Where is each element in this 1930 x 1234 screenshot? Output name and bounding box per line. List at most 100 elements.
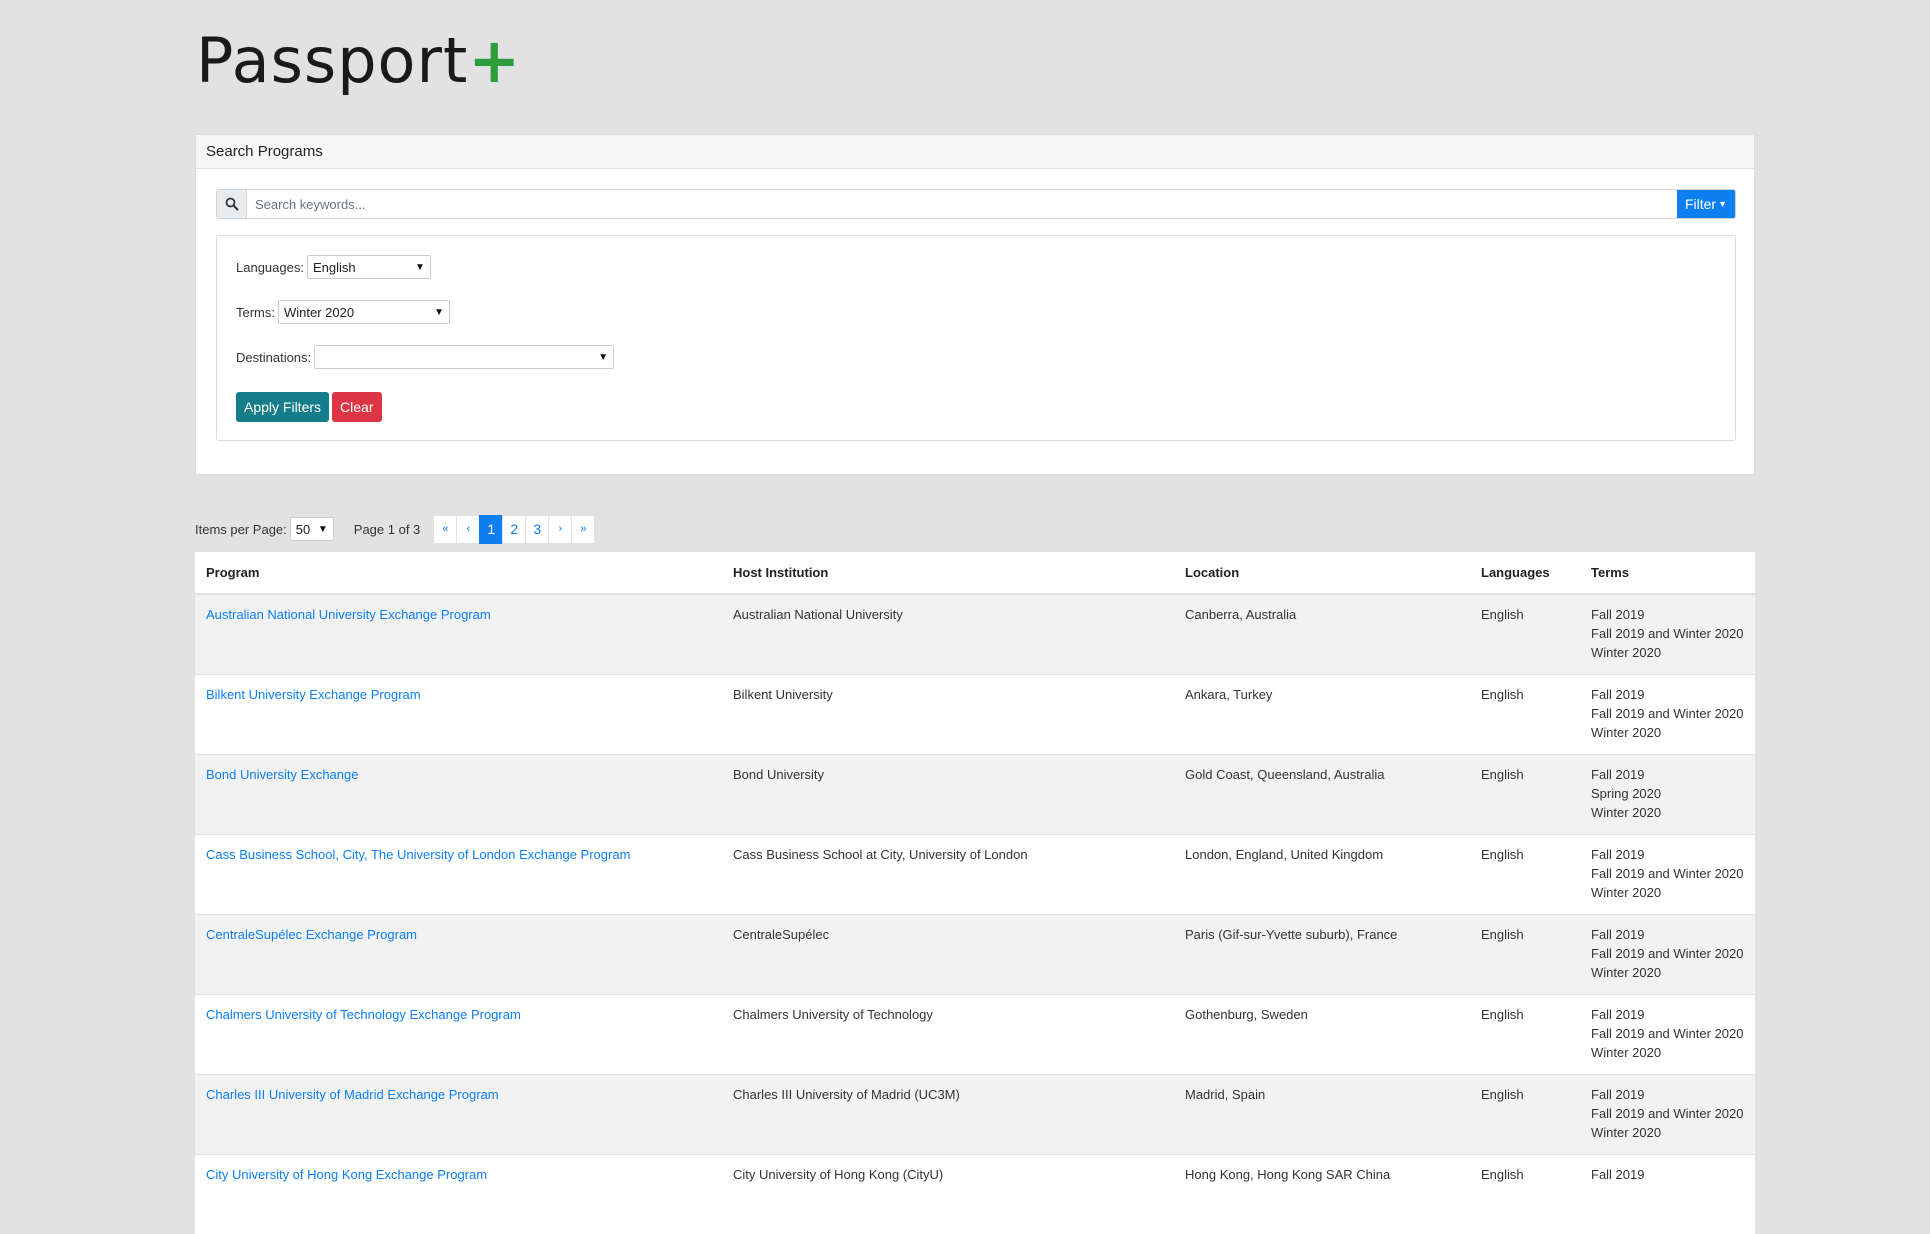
term-item: Winter 2020 <box>1591 645 1662 660</box>
search-programs-card: Search Programs Filter▼ Languages: Engli… <box>195 134 1755 475</box>
table-row: Chalmers University of Technology Exchan… <box>195 993 1755 1074</box>
languages-select[interactable]: English ▼ <box>306 255 431 279</box>
cell-terms: Fall 2019 Fall 2019 and Winter 2020 Winter… <box>1580 833 1755 914</box>
filter-actions: Apply Filters Clear <box>236 392 382 422</box>
program-link[interactable]: Bilkent University Exchange Program <box>206 687 421 702</box>
table-row: Bilkent University Exchange Program Bilke… <box>195 673 1755 754</box>
header-languages[interactable]: Languages <box>1470 552 1580 595</box>
cell-program: Cass Business School, City, The Universi… <box>195 833 722 914</box>
languages-filter: Languages: English ▼ <box>236 255 431 279</box>
search-input[interactable] <box>247 190 1677 218</box>
term-item: Fall 2019 and Winter 2020 <box>1591 705 1744 721</box>
filter-button[interactable]: Filter ▼ <box>1677 190 1735 218</box>
cell-host-institution: Australian National University <box>722 593 1174 674</box>
program-link[interactable]: CentraleSupélec Exchange Program <box>206 927 417 942</box>
cell-program: Charles III University of Madrid Exchang… <box>195 1073 722 1154</box>
cell-languages: English <box>1470 1153 1580 1234</box>
program-link[interactable]: Bond University Exchange <box>206 767 358 782</box>
program-link[interactable]: Charles III University of Madrid Exchang… <box>206 1087 499 1102</box>
cell-location: Hong Kong, Hong Kong SAR China <box>1174 1153 1470 1234</box>
program-link[interactable]: Chalmers University of Technology Exchan… <box>206 1007 521 1022</box>
search-icon <box>217 190 247 218</box>
last-page-button[interactable]: » <box>571 514 596 544</box>
term-item: Fall 2019 <box>1591 1086 1645 1102</box>
logo-plus: + <box>468 24 522 97</box>
page-button-3[interactable]: 3 <box>525 514 550 544</box>
program-link[interactable]: Cass Business School, City, The Universi… <box>206 847 630 862</box>
cell-languages: English <box>1470 913 1580 994</box>
table-row: Charles III University of Madrid Exchang… <box>195 1073 1755 1154</box>
next-page-button[interactable]: › <box>548 514 573 544</box>
cell-program: CentraleSupélec Exchange Program <box>195 913 722 994</box>
clear-button[interactable]: Clear <box>332 392 382 422</box>
first-page-button[interactable]: « <box>433 514 458 544</box>
cell-languages: English <box>1470 833 1580 914</box>
cell-program: Bilkent University Exchange Program <box>195 673 722 754</box>
destinations-filter: Destinations: ▼ <box>236 345 615 369</box>
program-link[interactable]: Australian National University Exchange … <box>206 607 491 622</box>
languages-value: English <box>312 259 356 275</box>
terms-filter: Terms: Winter 2020 ▼ <box>236 300 450 324</box>
cell-languages: English <box>1470 593 1580 674</box>
pagination-bar: Items per Page: 50 ▼ Page 1 of 3 « ‹ 1 2… <box>195 514 596 544</box>
cell-host-institution: Chalmers University of Technology <box>722 993 1174 1074</box>
items-per-page-select[interactable]: 50 ▼ <box>289 517 334 541</box>
cell-terms: Fall 2019 <box>1580 1153 1755 1234</box>
term-item: Fall 2019 and Winter 2020 <box>1591 1105 1744 1121</box>
table-row: Cass Business School, City, The Universi… <box>195 833 1755 914</box>
dropdown-arrow-icon: ▼ <box>415 261 425 273</box>
table-row: CentraleSupélec Exchange Program Centrale… <box>195 913 1755 994</box>
cell-terms: Fall 2019 Fall 2019 and Winter 2020 Winter… <box>1580 913 1755 994</box>
cell-host-institution: Bond University <box>722 753 1174 834</box>
page-button-1[interactable]: 1 <box>479 514 504 544</box>
terms-select[interactable]: Winter 2020 ▼ <box>278 300 450 324</box>
page-info: Page 1 of 3 <box>353 521 421 537</box>
prev-page-button[interactable]: ‹ <box>456 514 481 544</box>
cell-terms: Fall 2019 Fall 2019 and Winter 2020 Winter… <box>1580 1073 1755 1154</box>
term-item: Fall 2019 <box>1591 846 1645 862</box>
header-program[interactable]: Program <box>195 552 722 595</box>
cell-location: Gothenburg, Sweden <box>1174 993 1470 1074</box>
header-location[interactable]: Location <box>1174 552 1470 595</box>
passport-logo[interactable]: Passport+ <box>196 30 521 92</box>
destinations-select[interactable]: ▼ <box>314 345 615 369</box>
term-item: Fall 2019 and Winter 2020 <box>1591 626 1744 641</box>
header-terms[interactable]: Terms <box>1580 552 1755 595</box>
term-item: Winter 2020 <box>1591 1044 1662 1060</box>
cell-location: Canberra, Australia <box>1174 593 1470 674</box>
term-item: Winter 2020 <box>1591 884 1662 900</box>
programs-table: Program Host Institution Location Langua… <box>195 552 1755 1234</box>
cell-program: City University of Hong Kong Exchange Pr… <box>195 1153 722 1234</box>
terms-label: Terms: <box>236 304 275 320</box>
cell-host-institution: City University of Hong Kong (CityU) <box>722 1153 1174 1234</box>
cell-location: Paris (Gif-sur-Yvette suburb), France <box>1174 913 1470 994</box>
term-item: Winter 2020 <box>1591 804 1662 820</box>
cell-host-institution: Cass Business School at City, University… <box>722 833 1174 914</box>
term-item: Fall 2019 <box>1591 686 1645 702</box>
cell-terms: Fall 2019 Spring 2020 Winter 2020 <box>1580 753 1755 834</box>
apply-filters-button[interactable]: Apply Filters <box>236 392 330 422</box>
page-button-2[interactable]: 2 <box>502 514 527 544</box>
cell-languages: English <box>1470 673 1580 754</box>
program-link[interactable]: City University of Hong Kong Exchange Pr… <box>206 1167 487 1182</box>
term-item: Winter 2020 <box>1591 724 1662 740</box>
header-host-institution[interactable]: Host Institution <box>722 552 1174 595</box>
cell-terms: Fall 2019 Fall 2019 and Winter 2020 Winter… <box>1580 993 1755 1074</box>
cell-languages: English <box>1470 753 1580 834</box>
cell-program: Chalmers University of Technology Exchan… <box>195 993 722 1074</box>
chevron-down-icon: ▼ <box>1718 199 1728 209</box>
cell-location: London, England, United Kingdom <box>1174 833 1470 914</box>
term-item: Fall 2019 <box>1591 926 1645 942</box>
terms-value: Winter 2020 <box>284 304 355 320</box>
cell-program: Australian National University Exchange … <box>195 593 722 674</box>
cell-terms: Fall 2019 Fall 2019 and Winter 2020 Winter… <box>1580 673 1755 754</box>
languages-label: Languages: <box>236 259 304 275</box>
table-header-row: Program Host Institution Location Langua… <box>195 552 1755 595</box>
term-item: Fall 2019 <box>1591 1166 1645 1182</box>
dropdown-arrow-icon: ▼ <box>598 351 609 363</box>
term-item: Winter 2020 <box>1591 964 1662 980</box>
cell-location: Gold Coast, Queensland, Australia <box>1174 753 1470 834</box>
cell-host-institution: CentraleSupélec <box>722 913 1174 994</box>
term-item: Spring 2020 <box>1591 785 1662 801</box>
table-row: Bond University Exchange Bond University G… <box>195 753 1755 834</box>
